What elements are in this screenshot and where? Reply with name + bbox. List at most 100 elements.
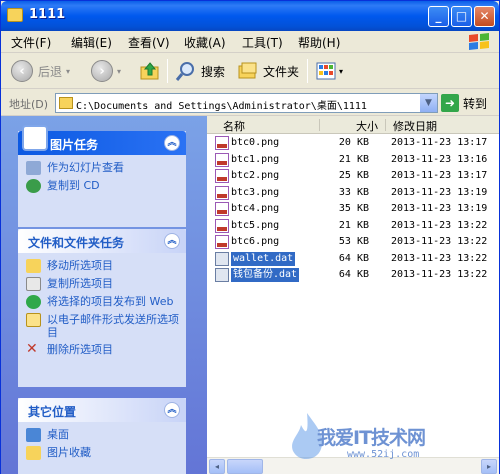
collapse-chevron-icon[interactable]: ︽ [164,402,180,418]
place-pictures-label: 图片收藏 [47,446,91,459]
file-name: btc3.png [231,186,280,198]
file-size: 21 KB [338,219,369,231]
slideshow-icon [26,161,41,175]
task-publish[interactable]: 将选择的项目发布到 Web [26,295,180,309]
menu-edit[interactable]: 编辑(E) [71,34,112,51]
file-size: 21 KB [338,153,369,165]
file-date: 2013-11-23 13:19 [391,203,488,214]
copy-icon [26,277,41,291]
file-row[interactable]: btc6.png 53 KB 2013-11-23 13:22 [207,234,499,250]
watermark-title: 我爱IT技术网 [317,427,426,449]
place-desktop[interactable]: 桌面 [26,428,180,442]
go-button[interactable]: ➜ 转到 [441,94,487,112]
file-row[interactable]: 钱包备份.dat 64 KB 2013-11-23 13:22 [207,267,499,283]
file-row[interactable]: btc4.png 35 KB 2013-11-23 13:19 [207,201,499,217]
search-icon [175,62,194,81]
file-row[interactable]: btc3.png 33 KB 2013-11-23 13:19 [207,185,499,201]
move-icon [26,259,41,273]
png-file-icon [215,152,229,167]
windows-logo-icon [469,33,489,50]
collapse-chevron-icon[interactable]: ︽ [164,135,180,151]
file-name: btc1.png [231,153,280,165]
picture-tasks-title: 图片任务 [50,138,99,152]
picture-tasks-header[interactable]: 图片任务 ︽ [18,125,186,155]
column-modified[interactable]: 修改日期 [393,118,437,134]
task-pane: 图片任务 ︽ 作为幻灯片查看 复制到 CD 文件和文件夹任务 ︽ 移动所选项目 … [1,116,207,474]
views-button[interactable]: ▾ [315,59,343,83]
task-copy-cd[interactable]: 复制到 CD [26,179,180,193]
toolbar: ‹ 后退 ▾ › ▾ 搜索 文件夹 ▾ [1,53,499,89]
task-delete[interactable]: ✕ 删除所选项目 [26,342,180,357]
go-label: 转到 [463,96,488,111]
up-button[interactable] [139,59,161,83]
png-file-icon [215,235,229,249]
task-email[interactable]: 以电子邮件形式发送所选项目 [26,313,180,339]
close-button[interactable]: ✕ [474,6,495,27]
picture-tasks-body: 作为幻灯片查看 复制到 CD [18,155,186,203]
file-name: wallet.dat [231,251,296,266]
file-date: 2013-11-23 13:17 [391,170,488,181]
address-input[interactable]: C:\Documents and Settings\Administrator\… [55,93,438,113]
file-size: 25 KB [338,170,369,181]
file-date: 2013-11-23 13:22 [391,269,488,280]
minimize-button[interactable]: _ [428,6,449,27]
folder-up-icon [140,62,159,80]
task-slideshow[interactable]: 作为幻灯片查看 [26,161,180,175]
forward-button[interactable]: › ▾ [91,59,121,83]
menu-bar: 文件(F) 编辑(E) 查看(V) 收藏(A) 工具(T) 帮助(H) [1,31,499,53]
task-publish-label: 将选择的项目发布到 Web [47,295,174,308]
scroll-thumb[interactable] [227,459,263,474]
place-pictures[interactable]: 图片收藏 [26,446,180,460]
file-tasks-header[interactable]: 文件和文件夹任务 ︽ [18,229,186,253]
address-dropdown-icon[interactable]: ▼ [420,94,437,112]
task-move[interactable]: 移动所选项目 [26,259,180,273]
window-title: 1111 [29,7,66,22]
column-name[interactable]: 名称 [223,118,245,134]
file-row[interactable]: btc1.png 21 KB 2013-11-23 13:16 [207,152,499,168]
task-copy-cd-label: 复制到 CD [47,179,100,192]
other-places-title: 其它位置 [28,405,77,419]
menu-file[interactable]: 文件(F) [11,34,51,51]
file-date: 2013-11-23 13:16 [391,153,488,165]
menu-tools[interactable]: 工具(T) [242,34,283,51]
png-file-icon [215,218,229,233]
folders-icon [238,62,257,79]
file-size: 20 KB [338,137,369,148]
menu-help[interactable]: 帮助(H) [298,34,340,51]
folders-button[interactable]: 文件夹 [237,59,299,83]
menu-favorites[interactable]: 收藏(A) [184,34,226,51]
search-button[interactable]: 搜索 [175,59,225,83]
file-row[interactable]: btc0.png 20 KB 2013-11-23 13:17 [207,135,499,151]
file-tasks-title: 文件和文件夹任务 [28,236,125,250]
other-places-body: 桌面 图片收藏 [18,422,186,470]
file-row[interactable]: btc2.png 25 KB 2013-11-23 13:17 [207,168,499,184]
collapse-chevron-icon[interactable]: ︽ [164,233,180,249]
file-row[interactable]: wallet.dat 64 KB 2013-11-23 13:22 [207,251,499,267]
go-arrow-icon: ➜ [441,94,459,112]
file-row[interactable]: btc5.png 21 KB 2013-11-23 13:22 [207,218,499,234]
other-places-header[interactable]: 其它位置 ︽ [18,398,186,422]
title-bar[interactable]: 1111 _ □ ✕ [1,1,499,31]
maximize-button[interactable]: □ [451,6,472,27]
menu-view[interactable]: 查看(V) [128,34,170,51]
file-date: 2013-11-23 13:22 [391,219,488,231]
task-email-label: 以电子邮件形式发送所选项目 [47,313,179,339]
column-header: 名称 大小 修改日期 [207,116,499,134]
file-date: 2013-11-23 13:22 [391,252,488,264]
column-size[interactable]: 大小 [356,118,378,134]
chevron-down-icon: ▾ [339,66,344,76]
chevron-down-icon: ▾ [117,66,122,76]
dat-file-icon [215,268,229,282]
task-slideshow-label: 作为幻灯片查看 [47,161,124,174]
file-name: btc5.png [231,219,280,231]
task-delete-label: 删除所选项目 [47,343,113,356]
png-file-icon [215,136,229,150]
back-button[interactable]: ‹ 后退 ▾ [11,59,70,83]
task-copy[interactable]: 复制所选项目 [26,277,180,291]
views-icon [316,62,336,80]
file-size: 53 KB [338,236,369,247]
scroll-left-icon[interactable]: ◂ [209,459,225,474]
back-label: 后退 [38,64,63,79]
email-icon [26,313,41,327]
explorer-window: 1111 _ □ ✕ 文件(F) 编辑(E) 查看(V) 收藏(A) 工具(T)… [0,0,500,474]
